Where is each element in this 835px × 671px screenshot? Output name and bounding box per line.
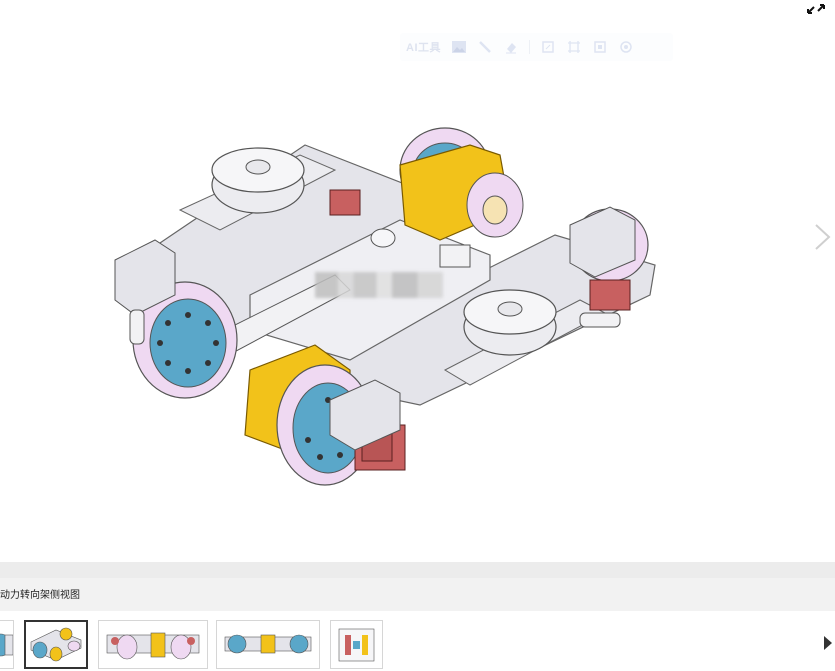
layers-icon[interactable] — [592, 39, 608, 55]
thumbnail-strip — [0, 611, 835, 671]
image-caption-bar: 动力转向架侧视图 — [0, 578, 835, 611]
image-caption: 动力转向架侧视图 — [0, 590, 80, 601]
viewer-bottom-gap — [0, 562, 835, 578]
brush-icon[interactable] — [477, 39, 493, 55]
crop-icon[interactable] — [540, 39, 556, 55]
thumbnail-next-icon[interactable] — [823, 635, 833, 651]
next-image-arrow-icon[interactable] — [811, 222, 833, 252]
frame-icon[interactable] — [566, 39, 582, 55]
image-toolbar: AI工具 — [400, 33, 673, 61]
fullscreen-icon[interactable] — [805, 2, 827, 16]
image-viewer: AI工具 — [0, 0, 835, 562]
blurred-watermark — [315, 272, 443, 298]
settings-icon[interactable] — [618, 39, 634, 55]
image-icon[interactable] — [451, 39, 467, 55]
thumbnail-bogie-top-view[interactable] — [216, 620, 320, 669]
thumbnail-bogie-partial[interactable] — [0, 620, 14, 669]
thumbnail-bogie-isometric[interactable] — [24, 620, 88, 669]
eraser-icon[interactable] — [503, 39, 519, 55]
toolbar-divider — [529, 40, 530, 54]
thumbnail-bogie-front-view[interactable] — [330, 620, 383, 669]
thumbnail-bogie-side-view[interactable] — [98, 620, 208, 669]
ai-tools-button[interactable]: AI工具 — [406, 39, 441, 55]
